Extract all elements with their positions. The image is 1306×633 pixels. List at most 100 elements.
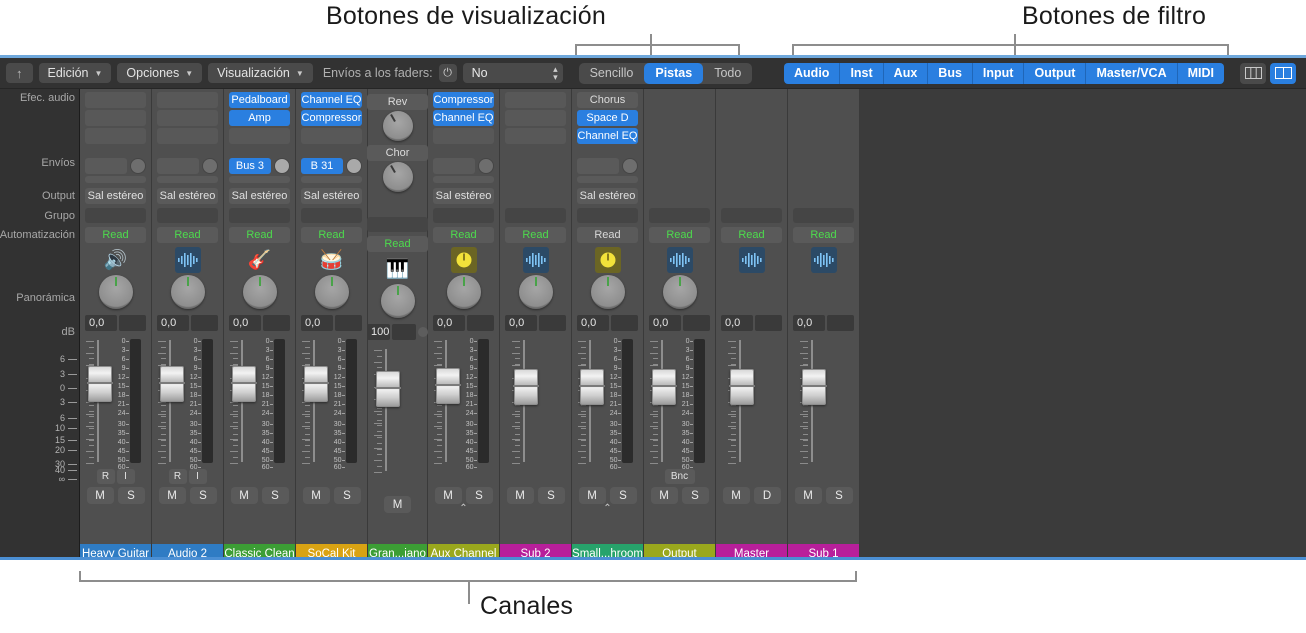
group-button[interactable] <box>433 208 494 223</box>
input-monitor-button[interactable]: I <box>188 469 207 484</box>
send-slot[interactable] <box>577 158 619 174</box>
insert-slot[interactable]: Channel EQ <box>301 92 362 108</box>
automation-button[interactable]: Read <box>229 227 290 243</box>
automation-button[interactable]: Read <box>649 227 710 243</box>
back-arrow-button[interactable]: ↑ <box>6 63 33 83</box>
channel-name-label[interactable]: SoCal Kit <box>296 544 367 557</box>
volume-secondary-field[interactable] <box>190 315 218 331</box>
pan-knob[interactable] <box>380 284 415 318</box>
channel-name-label[interactable]: Gran...iano <box>368 544 427 557</box>
sends-to-faders-select[interactable]: No ▴ ▾ <box>462 63 563 83</box>
volume-secondary-field[interactable] <box>118 315 146 331</box>
volume-secondary-field[interactable] <box>754 315 782 331</box>
volume-value-field[interactable]: 100 <box>367 324 390 340</box>
volume-value-field[interactable]: 0,0 <box>577 315 609 331</box>
fader-handle[interactable] <box>578 369 605 405</box>
insert-slot[interactable] <box>157 128 218 144</box>
channel-name-label[interactable]: Classic Clean <box>224 544 295 557</box>
fader-handle[interactable] <box>650 369 677 405</box>
pan-knob[interactable] <box>242 275 277 309</box>
expand-chevron-icon[interactable]: ⌃ <box>459 504 467 514</box>
insert-slot[interactable] <box>433 128 494 144</box>
mute-button[interactable]: M <box>722 487 750 504</box>
volume-value-field[interactable]: 0,0 <box>433 315 465 331</box>
volume-value-field[interactable]: 0,0 <box>301 315 333 331</box>
fader-handle[interactable] <box>512 369 539 405</box>
insert-slot[interactable] <box>301 128 362 144</box>
insert-slot[interactable]: Channel EQ <box>577 128 638 144</box>
filter-buttons-group[interactable]: Audio Inst Aux Bus Input Output Master/V… <box>784 62 1224 84</box>
midi-send-label[interactable]: Rev <box>367 94 428 110</box>
group-button[interactable] <box>367 217 428 232</box>
channel-name-label[interactable]: Sub 1 <box>788 544 859 557</box>
view-buttons-group[interactable]: Sencillo Pistas Todo <box>578 62 753 84</box>
insert-slot[interactable]: Amp <box>229 110 290 126</box>
insert-slot[interactable]: Pedalboard <box>229 92 290 108</box>
fader-handle[interactable] <box>728 369 755 405</box>
group-button[interactable] <box>793 208 854 223</box>
filter-button-output[interactable]: Output <box>1024 62 1087 84</box>
pan-knob[interactable] <box>170 275 205 309</box>
fader-handle[interactable] <box>230 366 257 402</box>
insert-slot[interactable] <box>505 92 566 108</box>
volume-secondary-field[interactable] <box>682 315 710 331</box>
insert-slot[interactable] <box>505 110 566 126</box>
send-slot-empty[interactable] <box>229 176 290 183</box>
input-monitor-button[interactable]: I <box>116 469 135 484</box>
send-slot[interactable] <box>157 158 199 174</box>
pan-knob[interactable] <box>518 275 553 309</box>
mute-button[interactable]: M <box>794 487 822 504</box>
dim-button[interactable]: D <box>753 487 781 504</box>
pan-knob[interactable] <box>446 275 481 309</box>
mute-button[interactable]: M <box>302 487 330 504</box>
volume-value-field[interactable]: 0,0 <box>229 315 261 331</box>
insert-slot[interactable] <box>505 128 566 144</box>
view-button-pistas[interactable]: Pistas <box>644 62 704 84</box>
solo-button[interactable]: S <box>189 487 217 504</box>
filter-button-bus[interactable]: Bus <box>928 62 973 84</box>
channel-name-label[interactable]: Sub 2 <box>500 544 571 557</box>
mute-button[interactable]: M <box>384 496 411 513</box>
volume-secondary-field[interactable] <box>610 315 638 331</box>
automation-button[interactable]: Read <box>577 227 638 243</box>
send-knob[interactable] <box>622 158 638 174</box>
filter-button-aux[interactable]: Aux <box>883 62 929 84</box>
automation-button[interactable]: Read <box>157 227 218 243</box>
output-button[interactable]: Sal estéreo <box>229 188 290 204</box>
volume-value-field[interactable]: 0,0 <box>157 315 189 331</box>
group-button[interactable] <box>85 208 146 223</box>
insert-slot[interactable]: Channel EQ <box>433 110 494 126</box>
mute-button[interactable]: M <box>158 487 186 504</box>
fader-track[interactable] <box>384 349 387 471</box>
filter-button-audio[interactable]: Audio <box>784 62 841 84</box>
pan-knob[interactable] <box>590 275 625 309</box>
solo-button[interactable]: S <box>333 487 361 504</box>
menu-visualizacion[interactable]: Visualización ▼ <box>208 63 313 83</box>
insert-slot[interactable] <box>229 128 290 144</box>
insert-slot[interactable]: Compressor <box>301 110 362 126</box>
solo-button[interactable]: S <box>261 487 289 504</box>
solo-button[interactable]: S <box>465 487 493 504</box>
send-slot[interactable] <box>85 158 127 174</box>
channel-name-label[interactable]: Master <box>716 544 787 557</box>
power-icon-button[interactable]: ⏻ <box>438 64 457 82</box>
view-button-sencillo[interactable]: Sencillo <box>579 63 645 84</box>
mute-button[interactable]: M <box>506 487 534 504</box>
bounce-button[interactable]: Bnc <box>664 469 695 484</box>
send-slot[interactable] <box>433 158 475 174</box>
volume-secondary-field[interactable] <box>466 315 494 331</box>
insert-slot[interactable] <box>157 110 218 126</box>
automation-button[interactable]: Read <box>793 227 854 243</box>
menu-edicion[interactable]: Edición ▼ <box>38 63 112 83</box>
send-slot-empty[interactable] <box>85 176 146 183</box>
solo-button[interactable]: S <box>117 487 145 504</box>
send-knob[interactable] <box>346 158 362 174</box>
solo-button[interactable]: S <box>825 487 853 504</box>
channel-name-label[interactable]: Small...hroom <box>572 544 643 557</box>
group-button[interactable] <box>577 208 638 223</box>
menu-opciones[interactable]: Opciones ▼ <box>117 63 203 83</box>
send-knob[interactable] <box>274 158 290 174</box>
three-column-view-icon[interactable] <box>1240 62 1266 84</box>
filter-button-midi[interactable]: MIDI <box>1177 62 1224 84</box>
send-knob[interactable] <box>478 158 494 174</box>
